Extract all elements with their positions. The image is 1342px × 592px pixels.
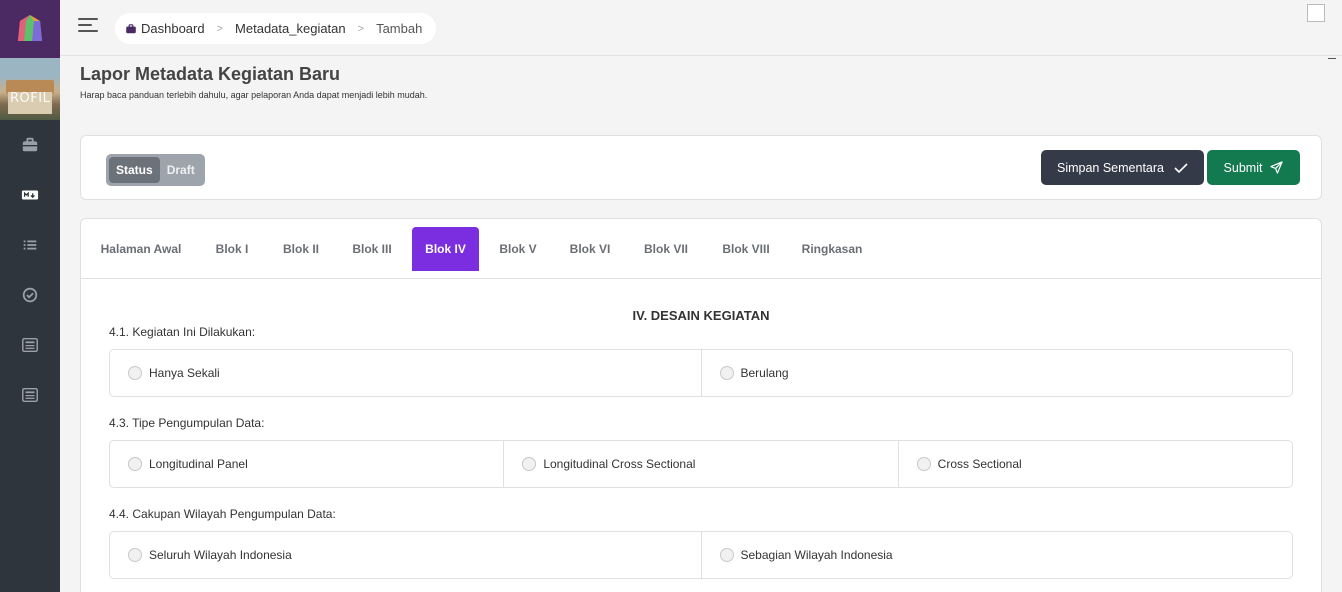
submit-button[interactable]: Submit (1207, 150, 1300, 185)
radio-button[interactable] (522, 457, 537, 471)
tab-blok-iii[interactable]: Blok III (343, 227, 401, 271)
question-label: 4.4. Cakupan Wilayah Pengumpulan Data: (109, 507, 336, 521)
minimize-icon (1328, 58, 1336, 59)
breadcrumb-item-metadata[interactable]: Metadata_kegiatan (235, 21, 346, 36)
tab-ringkasan[interactable]: Ringkasan (795, 227, 869, 271)
radio-button[interactable] (128, 366, 142, 380)
app-logo[interactable] (0, 0, 60, 58)
radio-group-collection-type: Longitudinal Panel Longitudinal Cross Se… (109, 440, 1293, 488)
markdown-icon (21, 190, 39, 200)
radio-label: Berulang (740, 366, 789, 380)
send-icon (1270, 161, 1284, 174)
radio-label: Seluruh Wilayah Indonesia (149, 548, 292, 562)
radio-option[interactable]: Cross Sectional (899, 441, 1292, 487)
status-value: Draft (166, 163, 195, 177)
sidebar-item-dashboard[interactable] (0, 120, 60, 170)
tab-halaman-awal[interactable]: Halaman Awal (93, 227, 189, 271)
tab-blok-ii[interactable]: Blok II (273, 227, 329, 271)
radio-label: Hanya Sekali (149, 366, 220, 380)
save-draft-label: Simpan Sementara (1056, 160, 1164, 175)
menu-toggle-icon[interactable] (78, 18, 98, 34)
list-icon (23, 240, 37, 250)
radio-group-frequency: Hanya Sekali Berulang (109, 349, 1293, 397)
radio-button[interactable] (719, 366, 734, 380)
avatar[interactable]: ROFIL (0, 58, 60, 120)
section-title: IV. DESAIN KEGIATAN (632, 308, 770, 323)
breadcrumb: Dashboard > Metadata_kegiatan > Tambah (115, 13, 437, 44)
chevron-right-icon: > (357, 22, 365, 35)
gem-logo-icon (18, 15, 42, 41)
breadcrumb-item-dashboard[interactable]: Dashboard (141, 21, 205, 36)
sidebar-item-list[interactable] (0, 220, 60, 270)
tab-blok-iv[interactable]: Blok IV (412, 227, 479, 271)
question-label: 4.1. Kegiatan Ini Dilakukan: (109, 325, 256, 339)
sidebar-item-report-1[interactable] (0, 320, 60, 370)
save-draft-button[interactable]: Simpan Sementara (1041, 150, 1204, 185)
sidebar: ROFIL (0, 0, 60, 592)
check-circle-icon (22, 287, 38, 303)
topbar: Dashboard > Metadata_kegiatan > Tambah (60, 0, 1342, 59)
status-badge: Status Draft (106, 154, 205, 186)
breadcrumb-item-current: Tambah (376, 21, 423, 36)
radio-button[interactable] (916, 457, 931, 471)
status-card: Status Draft Simpan Sementara Submit (80, 135, 1322, 200)
radio-option[interactable]: Seluruh Wilayah Indonesia (110, 532, 702, 578)
radio-label: Longitudinal Panel (149, 457, 248, 471)
radio-option[interactable]: Hanya Sekali (110, 350, 702, 396)
form-card: Halaman Awal Blok I Blok II Blok III Blo… (80, 218, 1322, 592)
page-subtitle: Harap baca panduan terlebih dahulu, agar… (80, 90, 428, 100)
sidebar-item-approval[interactable] (0, 270, 60, 320)
submit-label: Submit (1223, 160, 1263, 175)
tab-blok-i[interactable]: Blok I (205, 227, 259, 271)
question-label: 4.3. Tipe Pengumpulan Data: (109, 416, 265, 430)
page-title: Lapor Metadata Kegiatan Baru (80, 64, 341, 84)
briefcase-icon (126, 23, 136, 33)
radio-button[interactable] (719, 548, 734, 562)
status-label: Status (109, 157, 160, 183)
broken-image-icon[interactable] (1307, 4, 1325, 22)
radio-option[interactable]: Longitudinal Panel (110, 441, 505, 487)
radio-option[interactable]: Longitudinal Cross Sectional (504, 441, 899, 487)
tab-bar: Halaman Awal Blok I Blok II Blok III Blo… (81, 219, 1321, 279)
tab-blok-vii[interactable]: Blok VII (635, 227, 697, 271)
newspaper-icon (22, 337, 38, 353)
radio-option[interactable]: Sebagian Wilayah Indonesia (702, 532, 1293, 578)
radio-button[interactable] (128, 548, 142, 562)
radio-label: Sebagian Wilayah Indonesia (740, 548, 893, 562)
tab-blok-vi[interactable]: Blok VI (561, 227, 619, 271)
chevron-right-icon: > (216, 22, 224, 35)
check-icon (1174, 162, 1188, 173)
radio-button[interactable] (128, 457, 142, 471)
briefcase-icon (22, 137, 38, 152)
radio-label: Cross Sectional (937, 457, 1022, 471)
avatar-text: ROFIL (10, 91, 51, 106)
tab-blok-v[interactable]: Blok V (491, 227, 545, 271)
sidebar-item-report-2[interactable] (0, 370, 60, 420)
radio-group-coverage: Seluruh Wilayah Indonesia Sebagian Wilay… (109, 531, 1293, 579)
sidebar-item-metadata[interactable] (0, 170, 60, 220)
newspaper-icon (22, 387, 38, 403)
tab-blok-viii[interactable]: Blok VIII (713, 227, 779, 271)
radio-label: Longitudinal Cross Sectional (543, 457, 696, 471)
radio-option[interactable]: Berulang (702, 350, 1293, 396)
